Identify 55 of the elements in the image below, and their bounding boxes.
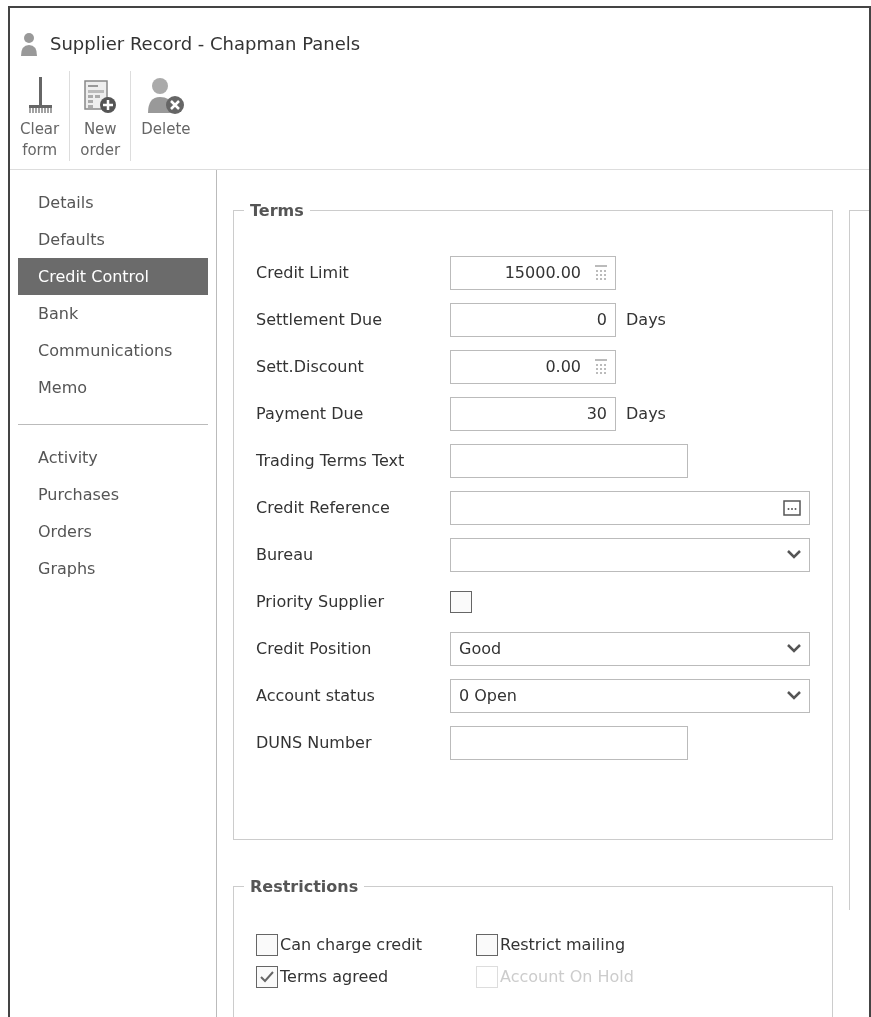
checkbox[interactable]	[476, 934, 498, 956]
input-field[interactable]: 0	[450, 302, 616, 337]
person-icon	[20, 31, 38, 56]
sidebar-item[interactable]: Bank	[18, 295, 208, 332]
checkbox-label: Terms agreed	[280, 966, 389, 988]
unit-label: Days	[626, 402, 666, 425]
input-field[interactable]	[450, 443, 688, 478]
sidebar-item[interactable]: Memo	[18, 369, 208, 406]
checkbox[interactable]	[256, 934, 278, 956]
input-field[interactable]: 15000.00	[450, 255, 616, 290]
chevron-down-icon	[787, 691, 801, 700]
field-label: Payment Due	[256, 402, 365, 425]
field-label: Credit Position	[256, 637, 373, 660]
toolbar-button[interactable]: Delete	[131, 71, 201, 161]
input-field[interactable]: 30	[450, 396, 616, 431]
field-label: Sett.Discount	[256, 355, 365, 378]
checkbox[interactable]	[256, 966, 278, 988]
field-label: Trading Terms Text	[256, 449, 406, 472]
broom-icon	[26, 75, 53, 115]
toolbar-button[interactable]: Clear form	[10, 71, 71, 161]
document-plus-icon	[83, 79, 118, 115]
dropdown-field[interactable]: Good	[450, 631, 810, 666]
field-label: Account status	[256, 684, 376, 707]
sidebar-item[interactable]: Orders	[18, 513, 208, 550]
window-title: Supplier Record - Chapman Panels	[50, 32, 361, 56]
dropdown-field[interactable]	[450, 537, 810, 572]
calculator-icon	[595, 265, 607, 280]
input-field[interactable]	[450, 725, 688, 760]
sidebar-item[interactable]: Defaults	[18, 221, 208, 258]
input-field[interactable]	[450, 490, 810, 525]
sidebar-item[interactable]: Activity	[18, 439, 208, 476]
chevron-down-icon	[787, 644, 801, 653]
dropdown-field[interactable]: 0 Open	[450, 678, 810, 713]
field-label: Bureau	[256, 543, 315, 566]
checkbox-label: Can charge credit	[280, 934, 423, 956]
chevron-down-icon	[787, 550, 801, 559]
sidebar-item[interactable]: Graphs	[18, 550, 208, 587]
person-remove-icon	[145, 77, 186, 115]
field-label: Credit Reference	[256, 496, 391, 519]
input-field[interactable]: 0.00	[450, 349, 616, 384]
checkmark-icon	[260, 971, 274, 983]
sidebar-item[interactable]: Credit Control	[18, 258, 208, 295]
sidebar-item[interactable]: Details	[18, 184, 208, 221]
sidebar-item[interactable]: Purchases	[18, 476, 208, 513]
calculator-icon	[595, 359, 607, 374]
field-label: DUNS Number	[256, 731, 373, 754]
ellipsis-icon	[783, 499, 801, 516]
sidebar-item[interactable]: Communications	[18, 332, 208, 369]
field-label: Settlement Due	[256, 308, 384, 331]
field-label: Priority Supplier	[256, 590, 385, 613]
toolbar-button[interactable]: New order	[70, 71, 132, 161]
checkbox[interactable]	[450, 590, 472, 613]
unit-label: Days	[626, 308, 666, 331]
checkbox-label: Restrict mailing	[500, 934, 626, 956]
field-label: Credit Limit	[256, 261, 350, 284]
